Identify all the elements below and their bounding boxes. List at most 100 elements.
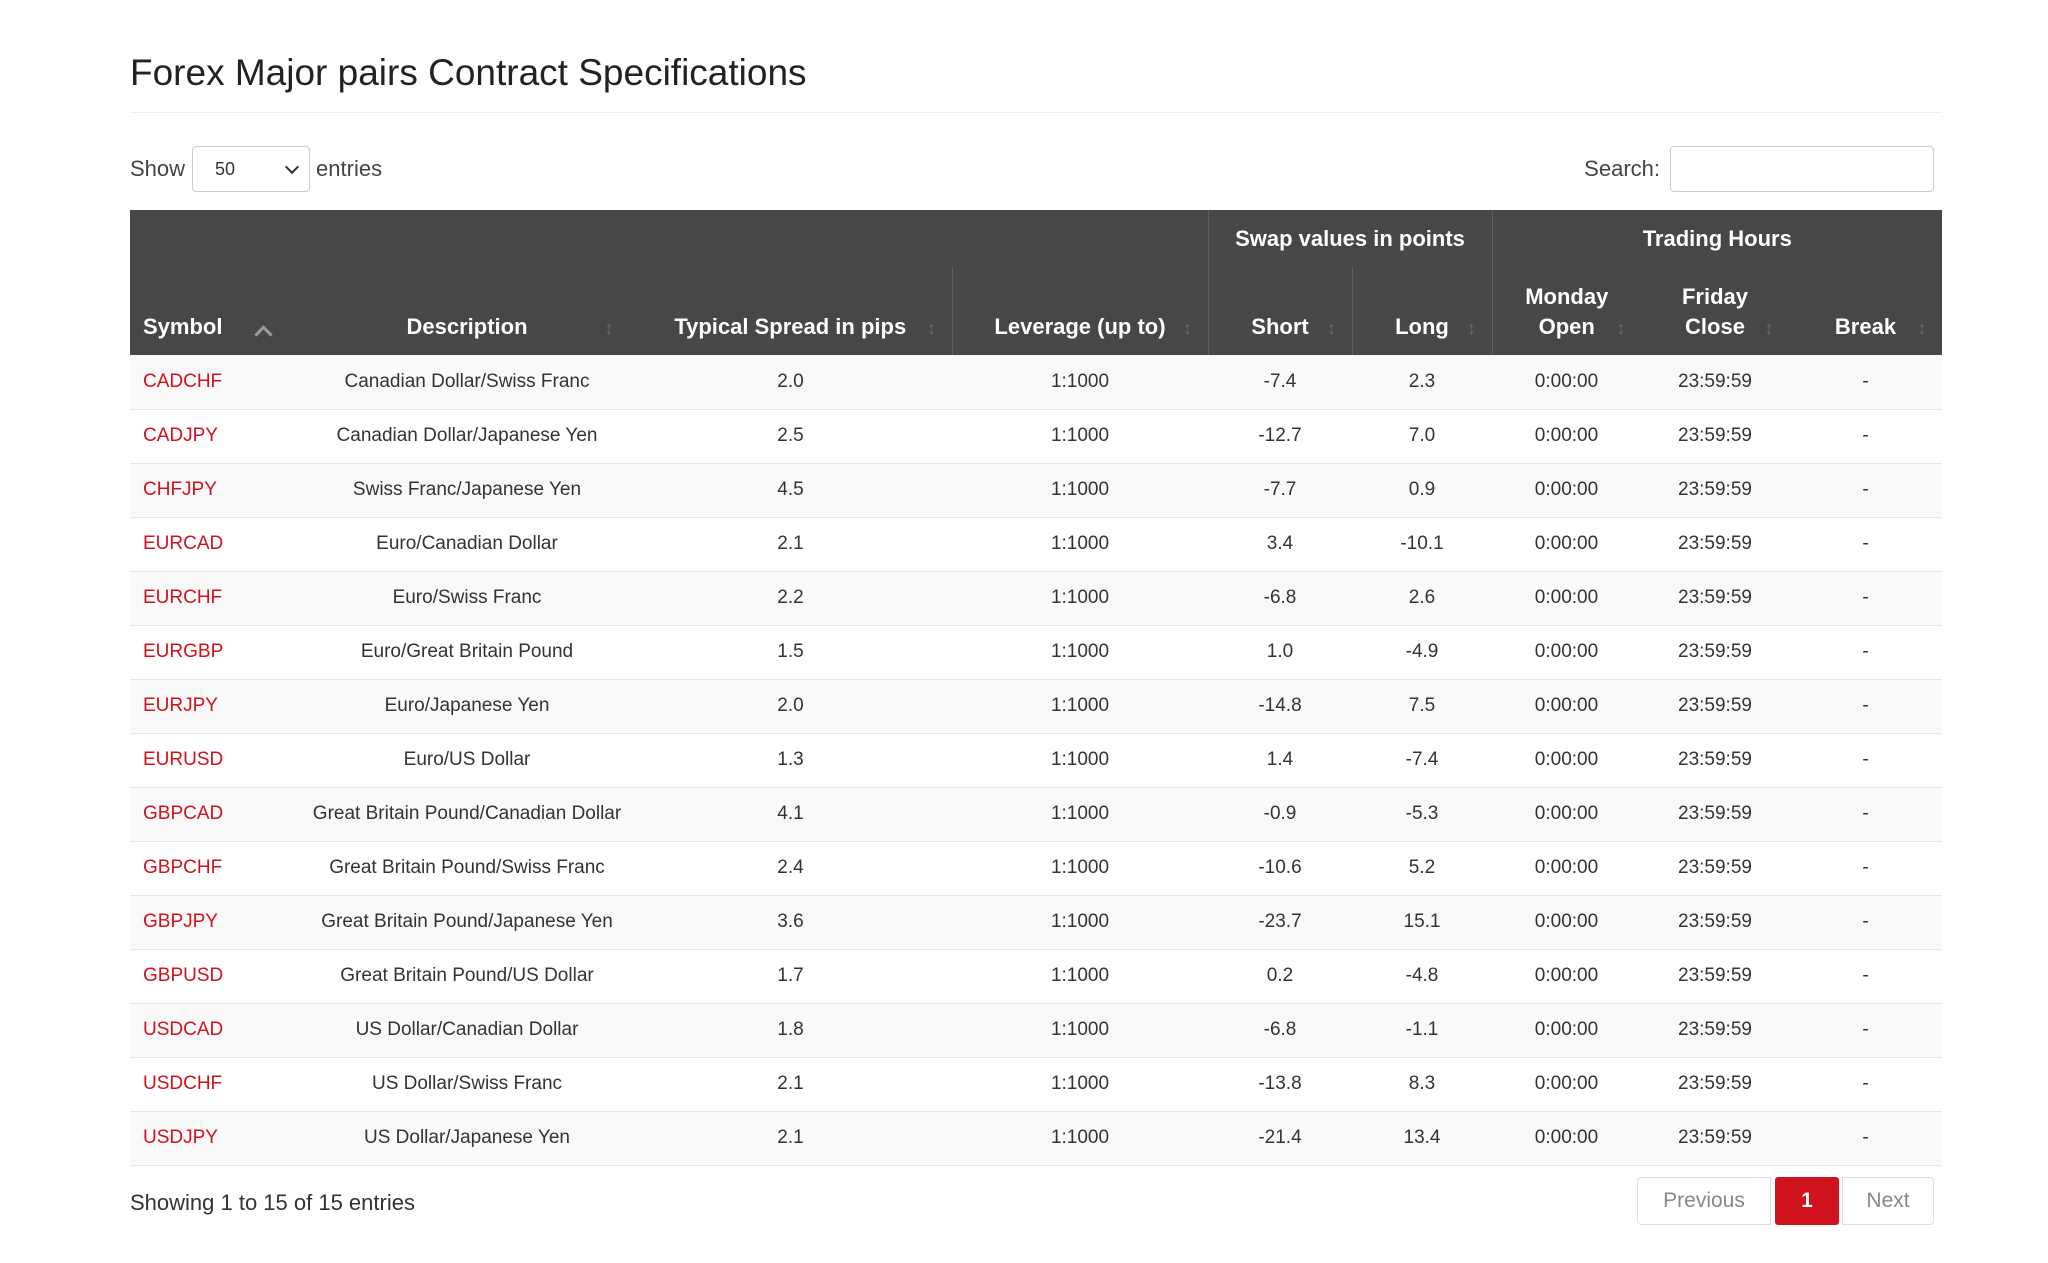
cell-leverage: 1:1000 — [952, 895, 1208, 950]
cell-long: 8.3 — [1352, 1057, 1492, 1112]
page-1-button[interactable]: 1 — [1775, 1177, 1839, 1225]
table-row: EURCAD Euro/Canadian Dollar 2.1 1:1000 3.4 -1… — [130, 517, 1942, 572]
pagination: Previous 1 Next — [1637, 1177, 1934, 1225]
cell-spread: 1.8 — [629, 1003, 952, 1058]
cell-description: Canadian Dollar/Japanese Yen — [305, 409, 629, 464]
cell-close: 23:59:59 — [1641, 409, 1789, 464]
cell-short: -7.4 — [1208, 355, 1352, 410]
cell-close: 23:59:59 — [1641, 679, 1789, 734]
cell-leverage: 1:1000 — [952, 1003, 1208, 1058]
cell-symbol: CHFJPY — [130, 463, 305, 518]
column-label-description: Description — [406, 314, 528, 339]
cell-description: Euro/Japanese Yen — [305, 679, 629, 734]
cell-description: US Dollar/Japanese Yen — [305, 1111, 629, 1166]
cell-spread: 2.1 — [629, 1057, 952, 1112]
cell-spread: 2.0 — [629, 679, 952, 734]
table-row: EURGBP Euro/Great Britain Pound 1.5 1:1000 1… — [130, 625, 1942, 680]
cell-symbol: EURCAD — [130, 517, 305, 572]
table-row: GBPUSD Great Britain Pound/US Dollar 1.7 1:… — [130, 949, 1942, 1004]
sort-both-icon: ↕ — [604, 318, 614, 338]
cell-leverage: 1:1000 — [952, 517, 1208, 572]
cell-long: 5.2 — [1352, 841, 1492, 896]
cell-break: - — [1789, 409, 1942, 464]
cell-close: 23:59:59 — [1641, 733, 1789, 788]
table-row: GBPJPY Great Britain Pound/Japanese Yen 3.… — [130, 895, 1942, 950]
table-row: CADCHF Canadian Dollar/Swiss Franc 2.0 1:10… — [130, 355, 1942, 410]
next-page-button[interactable]: Next — [1842, 1177, 1934, 1225]
column-header-description[interactable]: Description ↕ — [305, 267, 629, 355]
cell-short: -0.9 — [1208, 787, 1352, 842]
cell-symbol: CADCHF — [130, 355, 305, 410]
cell-description: Euro/Canadian Dollar — [305, 517, 629, 572]
cell-symbol: EURUSD — [130, 733, 305, 788]
cell-description: US Dollar/Swiss Franc — [305, 1057, 629, 1112]
cell-short: -10.6 — [1208, 841, 1352, 896]
cell-close: 23:59:59 — [1641, 625, 1789, 680]
contract-specs-table: Swap values in points Trading Hours Symb… — [130, 210, 1942, 1166]
show-label: Show — [130, 156, 186, 181]
sort-both-icon: ↕ — [1467, 318, 1476, 338]
sort-both-icon: ↕ — [1764, 318, 1774, 338]
cell-description: Euro/Swiss Franc — [305, 571, 629, 626]
table-row: CHFJPY Swiss Franc/Japanese Yen 4.5 1:1000-… — [130, 463, 1942, 518]
cell-symbol: USDCAD — [130, 1003, 305, 1058]
cell-short: 1.0 — [1208, 625, 1352, 680]
cell-break: - — [1789, 1111, 1942, 1166]
cell-close: 23:59:59 — [1641, 841, 1789, 896]
column-header-friday-close[interactable]: Friday Close ↕ — [1641, 267, 1789, 355]
table-row: GBPCHF Great Britain Pound/Swiss Franc 2.4… — [130, 841, 1942, 896]
search-input[interactable] — [1670, 146, 1934, 192]
cell-leverage: 1:1000 — [952, 355, 1208, 410]
cell-short: -6.8 — [1208, 1003, 1352, 1058]
cell-leverage: 1:1000 — [952, 949, 1208, 1004]
cell-description: Euro/US Dollar — [305, 733, 629, 788]
table-row: EURJPY Euro/Japanese Yen 2.0 1:1000 -14.8 7.5… — [130, 679, 1942, 734]
entries-length-control: Show 50 entries — [130, 146, 382, 192]
entries-select[interactable]: 50 — [192, 146, 311, 192]
table-info: Showing 1 to 15 of 15 entries — [130, 1190, 415, 1215]
cell-spread: 2.1 — [629, 1111, 952, 1166]
cell-break: - — [1789, 1057, 1942, 1112]
previous-page-button[interactable]: Previous — [1637, 1177, 1771, 1225]
column-label-friday: Friday — [1681, 284, 1749, 309]
cell-close: 23:59:59 — [1641, 949, 1789, 1004]
sort-both-icon: ↕ — [1183, 318, 1192, 338]
column-header-short[interactable]: Short ↕ — [1207, 267, 1352, 355]
cell-open: 0:00:00 — [1492, 949, 1641, 1004]
cell-close: 23:59:59 — [1641, 895, 1789, 950]
cell-short: 1.4 — [1208, 733, 1352, 788]
entries-select-value: 50 — [215, 158, 236, 179]
column-label-short: Short — [1251, 314, 1309, 339]
search-label: Search: — [1584, 156, 1660, 181]
cell-long: -4.9 — [1352, 625, 1492, 680]
column-header-symbol[interactable]: Symbol — [130, 267, 305, 355]
search-control: Search: — [1584, 146, 1934, 192]
column-header-monday-open[interactable]: Monday Open ↕ — [1491, 267, 1641, 355]
column-header-spread[interactable]: Typical Spread in pips ↕ — [629, 267, 952, 355]
cell-open: 0:00:00 — [1492, 355, 1641, 410]
column-header-long[interactable]: Long ↕ — [1351, 267, 1492, 355]
column-label-monday: Monday — [1525, 284, 1609, 309]
cell-close: 23:59:59 — [1641, 787, 1789, 842]
cell-open: 0:00:00 — [1492, 841, 1641, 896]
cell-symbol: USDJPY — [130, 1111, 305, 1166]
page-title: Forex Major pairs Contract Specification… — [130, 52, 807, 93]
cell-close: 23:59:59 — [1641, 1057, 1789, 1112]
table-body: CADCHF Canadian Dollar/Swiss Franc 2.0 1:10… — [130, 355, 1942, 1166]
cell-long: 7.0 — [1352, 409, 1492, 464]
cell-short: -23.7 — [1208, 895, 1352, 950]
cell-short: -6.8 — [1208, 571, 1352, 626]
group-header-swap: Swap values in points — [1207, 210, 1492, 267]
cell-long: 13.4 — [1352, 1111, 1492, 1166]
cell-break: - — [1789, 679, 1942, 734]
cell-break: - — [1789, 841, 1942, 896]
chevron-down-icon — [284, 159, 300, 174]
cell-spread: 2.0 — [629, 355, 952, 410]
sort-both-icon: ↕ — [1327, 318, 1336, 338]
cell-long: -4.8 — [1352, 949, 1492, 1004]
cell-open: 0:00:00 — [1492, 625, 1641, 680]
column-header-break[interactable]: Break ↕ — [1789, 267, 1942, 355]
column-header-leverage[interactable]: Leverage (up to) ↕ — [951, 267, 1208, 355]
cell-long: 0.9 — [1352, 463, 1492, 518]
cell-close: 23:59:59 — [1641, 1003, 1789, 1058]
